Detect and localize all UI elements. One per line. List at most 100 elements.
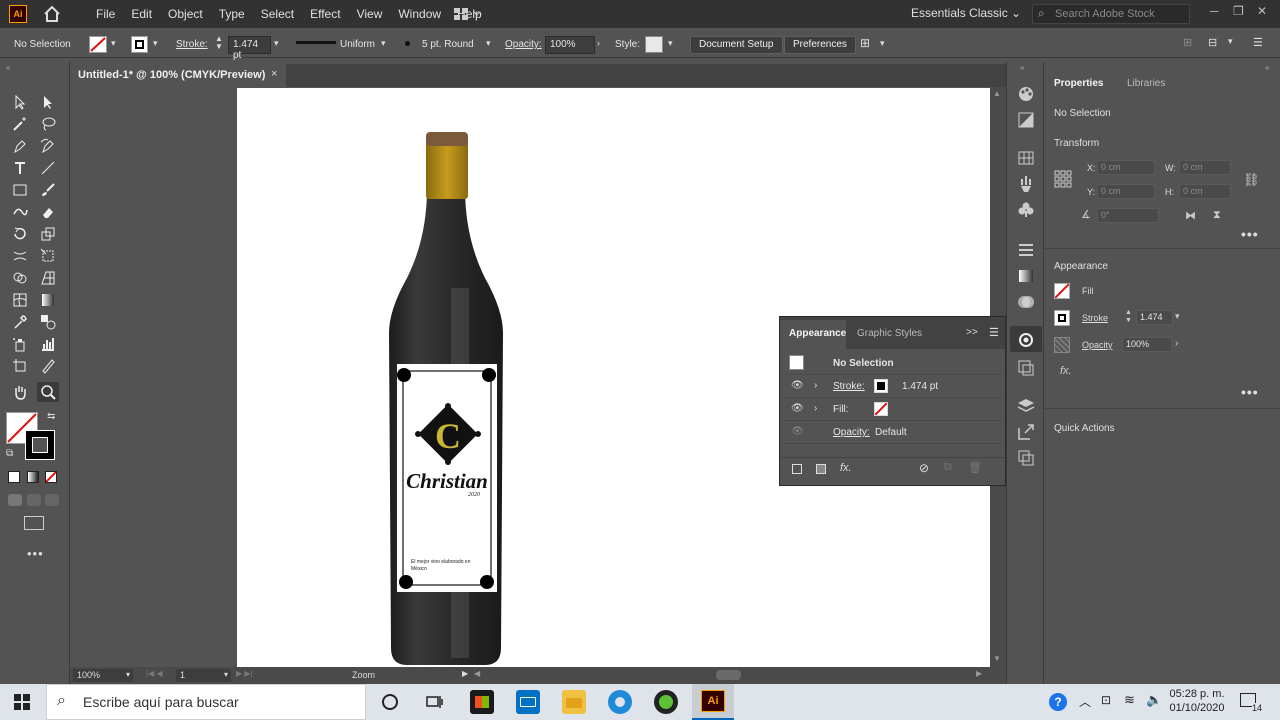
menu-edit[interactable]: Edit: [123, 7, 160, 21]
stroke-stepper-icon[interactable]: ▲ ▼: [1125, 309, 1132, 325]
eyedropper-tool-icon[interactable]: [9, 312, 31, 332]
profile-dropdown-icon[interactable]: ▾: [381, 38, 386, 49]
y-field[interactable]: 0 cm: [1097, 184, 1155, 199]
stroke-weight-field[interactable]: 1.474: [1136, 310, 1173, 325]
export-icon[interactable]: [1016, 422, 1036, 442]
scroll-left-icon[interactable]: ◀: [474, 669, 480, 678]
windows-start-icon[interactable]: [14, 694, 30, 710]
close-tab-icon[interactable]: ×: [271, 68, 277, 80]
default-fill-stroke-icon[interactable]: ⧉: [6, 448, 13, 459]
free-transform-tool-icon[interactable]: [37, 246, 59, 266]
line-segment-tool-icon[interactable]: [37, 158, 59, 178]
variable-width-profile[interactable]: Uniform: [340, 39, 375, 50]
minimize-icon[interactable]: ─: [1210, 4, 1224, 18]
perspective-grid-tool-icon[interactable]: [37, 268, 59, 288]
panel-menu-icon[interactable]: ☰: [1253, 36, 1263, 49]
stroke-weight-dropdown-icon[interactable]: ▾: [1175, 311, 1180, 322]
preferences-button[interactable]: Preferences: [784, 36, 856, 54]
width-tool-icon[interactable]: [9, 246, 31, 266]
show-hidden-icons-icon[interactable]: ︿: [1079, 693, 1091, 710]
delete-item-icon[interactable]: 🗑: [968, 461, 982, 474]
fill-row[interactable]: 👁 › Fill:: [784, 399, 1002, 421]
cortana-icon[interactable]: [382, 694, 398, 710]
arrange-icon[interactable]: ⊞: [860, 36, 870, 50]
add-new-stroke-icon[interactable]: [792, 464, 802, 474]
gradient-mode-icon[interactable]: [27, 471, 39, 483]
file-explorer-icon[interactable]: [562, 690, 586, 714]
x-field[interactable]: 0 cm: [1097, 160, 1155, 175]
arrange-dropdown-icon[interactable]: ▾: [880, 38, 885, 49]
direct-selection-tool-icon[interactable]: [37, 92, 59, 112]
height-field[interactable]: 0 cm: [1179, 184, 1231, 199]
artboard-tool-icon[interactable]: [9, 356, 31, 376]
menu-effect[interactable]: Effect: [302, 7, 348, 21]
network-icon[interactable]: ⊡: [1101, 693, 1111, 707]
system-clock[interactable]: 05:28 p. m. 01/10/2020: [1163, 687, 1231, 715]
horizontal-scroll-thumb[interactable]: [716, 670, 741, 680]
fill-swatch[interactable]: [1054, 283, 1070, 299]
reference-point-icon[interactable]: [1054, 170, 1072, 188]
stroke-panel-icon[interactable]: [1016, 240, 1036, 260]
visibility-eye-icon[interactable]: 👁: [791, 403, 804, 414]
edge-icon[interactable]: [608, 690, 632, 714]
curvature-tool-icon[interactable]: [37, 136, 59, 156]
menu-view[interactable]: View: [349, 7, 391, 21]
collapse-toolbar-icon[interactable]: «: [6, 63, 10, 72]
slice-tool-icon[interactable]: [37, 356, 59, 376]
blend-tool-icon[interactable]: [37, 312, 59, 332]
opacity-field[interactable]: 100%: [1122, 337, 1172, 352]
stroke-stepper-icon[interactable]: ▲ ▼: [215, 35, 223, 51]
opacity-label[interactable]: Opacity: [1082, 340, 1113, 350]
style-dropdown-icon[interactable]: ▾: [668, 38, 673, 49]
fill-swatch[interactable]: [89, 36, 107, 53]
eraser-tool-icon[interactable]: [37, 202, 59, 222]
rectangle-tool-icon[interactable]: [9, 180, 31, 200]
opacity-arrow-icon[interactable]: ›: [597, 38, 600, 48]
mesh-tool-icon[interactable]: [9, 290, 31, 310]
fx-icon[interactable]: fx.: [1060, 365, 1072, 377]
artboard-number-field[interactable]: 1 ▾: [176, 669, 231, 682]
menu-window[interactable]: Window: [390, 7, 449, 21]
stroke-row[interactable]: 👁 › Stroke: 1.474 pt: [784, 376, 1002, 398]
stroke-weight-field[interactable]: 1.474 pt: [228, 36, 271, 61]
opacity-field[interactable]: 100%: [545, 36, 595, 54]
help-icon[interactable]: ?: [1049, 693, 1067, 711]
expand-icon[interactable]: ›: [814, 403, 817, 414]
flip-horizontal-icon[interactable]: ⧓: [1185, 209, 1196, 222]
rotate-field[interactable]: 0°: [1097, 208, 1159, 223]
flip-vertical-icon[interactable]: ⧗: [1213, 209, 1221, 222]
collapse-panel-icon[interactable]: «: [1265, 63, 1269, 72]
stroke-color-box[interactable]: [25, 430, 55, 460]
distribute-dropdown-icon[interactable]: ▾: [1228, 36, 1233, 47]
symbols-icon[interactable]: [1016, 200, 1036, 220]
none-mode-icon[interactable]: [45, 471, 57, 483]
arrange-documents-icon[interactable]: [453, 7, 481, 21]
illustrator-taskbar-item[interactable]: Ai: [692, 684, 734, 720]
expand-icon[interactable]: ›: [814, 380, 817, 391]
menu-select[interactable]: Select: [253, 7, 302, 21]
scroll-down-icon[interactable]: ▼: [993, 654, 1001, 663]
shape-builder-tool-icon[interactable]: [9, 268, 31, 288]
stroke-swatch[interactable]: [1054, 310, 1070, 326]
color-panel-icon[interactable]: [1016, 84, 1036, 104]
home-icon[interactable]: [43, 5, 61, 23]
draw-inside-icon[interactable]: [45, 494, 59, 506]
appearance-panel-icon[interactable]: [1016, 330, 1036, 350]
layers-icon[interactable]: [1016, 396, 1036, 416]
draw-normal-icon[interactable]: [8, 494, 22, 506]
swatches-icon[interactable]: [1016, 148, 1036, 168]
stroke-swatch[interactable]: [874, 379, 888, 393]
expand-dock-icon[interactable]: »: [1020, 63, 1024, 72]
duplicate-item-icon[interactable]: ⧉: [944, 461, 952, 474]
gradient-panel-icon[interactable]: [1016, 266, 1036, 286]
wifi-icon[interactable]: ≋: [1124, 692, 1135, 708]
menu-object[interactable]: Object: [160, 7, 211, 21]
opacity-label[interactable]: Opacity:: [833, 427, 870, 438]
workspace-switcher[interactable]: Essentials Classic ⌄: [911, 6, 1021, 20]
stroke-weight-value[interactable]: 1.474 pt: [902, 381, 938, 392]
fill-swatch[interactable]: [874, 402, 888, 416]
clear-appearance-icon[interactable]: ⊘: [919, 461, 929, 475]
scroll-right-icon[interactable]: ▶: [976, 669, 982, 678]
opacity-label[interactable]: Opacity:: [505, 39, 542, 50]
paintbrush-tool-icon[interactable]: [37, 180, 59, 200]
